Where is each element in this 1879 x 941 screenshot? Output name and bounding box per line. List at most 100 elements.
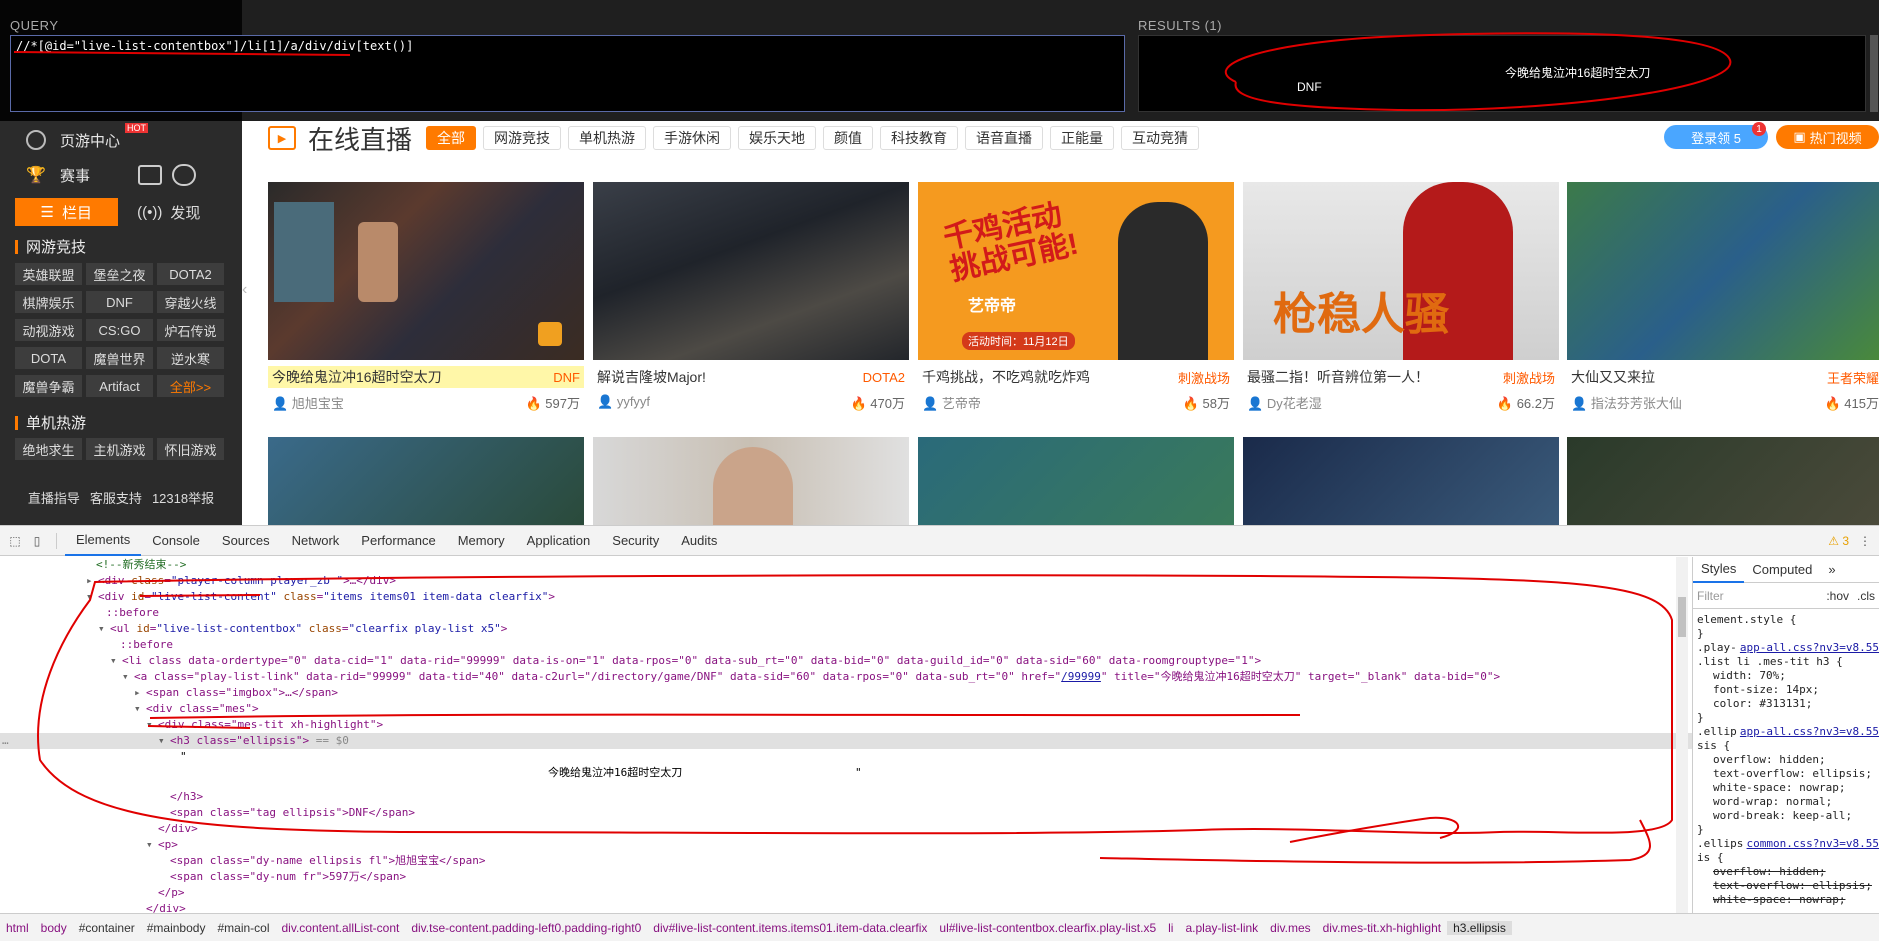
devtools-tab[interactable]: Elements bbox=[65, 526, 142, 556]
card-tag[interactable]: DNF bbox=[553, 370, 580, 385]
live-card[interactable]: 今晚给鬼泣冲16超时空太刀 DNF 👤 旭旭宝宝 🔥 597万 bbox=[268, 182, 584, 411]
game-button[interactable]: 魔兽争霸 bbox=[15, 375, 82, 397]
breadcrumb-item[interactable]: html bbox=[0, 921, 35, 935]
stylesheet-link[interactable]: app-all.css?nv3=v8.55 bbox=[1740, 725, 1879, 739]
filter-input[interactable]: Filter bbox=[1697, 589, 1724, 603]
live-thumbnail[interactable]: 枪稳人骚 bbox=[1243, 182, 1559, 360]
breadcrumb-item[interactable]: ul#live-list-contentbox.clearfix.play-li… bbox=[933, 921, 1162, 935]
live-thumbnail[interactable] bbox=[593, 182, 909, 360]
results-scrollbar[interactable] bbox=[1870, 35, 1878, 112]
xpath-query-input[interactable]: //*[@id="live-list-contentbox"]/li[1]/a/… bbox=[10, 35, 1125, 112]
breadcrumb-item[interactable]: div#live-list-content.items.items01.item… bbox=[647, 921, 933, 935]
breadcrumb-item[interactable]: a.play-list-link bbox=[1179, 921, 1264, 935]
game-button[interactable]: Artifact bbox=[86, 375, 153, 397]
game-button[interactable]: 炉石传说 bbox=[157, 319, 224, 341]
tree-line[interactable]: ▸ <span class="imgbox">…</span> bbox=[134, 685, 338, 701]
device-toolbar-icon[interactable]: ▯ bbox=[26, 534, 48, 548]
breadcrumb-item[interactable]: div.content.allList-cont bbox=[276, 921, 406, 935]
cls-toggle[interactable]: .cls bbox=[1857, 589, 1875, 603]
game-button[interactable]: 绝地求生 bbox=[15, 438, 82, 460]
category-tab[interactable]: 语音直播 bbox=[965, 126, 1044, 150]
tab-computed[interactable]: Computed bbox=[1744, 562, 1820, 577]
tree-line[interactable]: ▾ <div class="mes"> bbox=[134, 701, 259, 717]
game-button[interactable]: 动视游戏 bbox=[15, 319, 82, 341]
warning-count[interactable]: ⚠ 3 bbox=[1828, 534, 1849, 548]
hov-toggle[interactable]: :hov bbox=[1826, 589, 1849, 603]
live-thumbnail[interactable]: 千鸡活动 挑战可能! 艺帝帝 活动时间：11月12日 bbox=[918, 182, 1234, 360]
sidebar-item-events[interactable]: 🏆 赛事 bbox=[0, 160, 242, 190]
breadcrumb-item[interactable]: div.tse-content.padding-left0.padding-ri… bbox=[405, 921, 647, 935]
game-button[interactable]: CS:GO bbox=[86, 319, 153, 341]
devtools-tab[interactable]: Security bbox=[601, 526, 670, 556]
game-button[interactable]: 堡垒之夜 bbox=[86, 263, 153, 285]
tree-line[interactable]: ▾ <a class="play-list-link" data-rid="999… bbox=[122, 669, 1500, 685]
live-card[interactable]: 千鸡活动 挑战可能! 艺帝帝 活动时间：11月12日 千鸡挑战，不吃鸡就吃炸鸡 刺激… bbox=[918, 182, 1234, 411]
category-tab[interactable]: 娱乐天地 bbox=[738, 126, 817, 150]
footer-link-guide[interactable]: 直播指导 bbox=[28, 488, 80, 507]
category-tab[interactable]: 网游竞技 bbox=[483, 126, 562, 150]
category-tab[interactable]: 科技教育 bbox=[880, 126, 959, 150]
devtools-tab[interactable]: Performance bbox=[350, 526, 446, 556]
tab-columns[interactable]: ☰ 栏目 bbox=[15, 198, 118, 226]
tree-line[interactable]: ▸ <div class="player-column player_zb ">…… bbox=[86, 573, 396, 589]
footer-link-report[interactable]: 12318举报 bbox=[152, 488, 214, 507]
tree-line[interactable]: </p> bbox=[158, 885, 185, 901]
category-tab[interactable]: 全部 bbox=[426, 126, 477, 150]
tree-line[interactable]: <span class="tag ellipsis">DNF</span> bbox=[170, 805, 415, 821]
game-button[interactable]: 逆水寒 bbox=[157, 347, 224, 369]
category-tab[interactable]: 手游休闲 bbox=[653, 126, 732, 150]
breadcrumb-item[interactable]: #main-col bbox=[211, 921, 275, 935]
live-card[interactable]: 枪稳人骚 最骚二指！听音辨位第一人！ 刺激战场 👤 Dy花老湿 🔥 66.2万 bbox=[1243, 182, 1559, 411]
live-thumbnail[interactable] bbox=[1567, 182, 1879, 360]
live-thumbnail[interactable] bbox=[268, 182, 584, 360]
category-tab[interactable]: 单机热游 bbox=[568, 126, 647, 150]
tree-line[interactable]: </div> bbox=[146, 901, 186, 913]
tree-line[interactable]: </h3> bbox=[170, 789, 203, 805]
game-button[interactable]: 穿越火线 bbox=[157, 291, 224, 313]
game-button[interactable]: DOTA bbox=[15, 347, 82, 369]
game-button[interactable]: DOTA2 bbox=[157, 263, 224, 285]
tree-line[interactable]: ▾ <div class="mes-tit xh-highlight"> bbox=[146, 717, 383, 733]
devtools-tab[interactable]: Audits bbox=[670, 526, 728, 556]
section-esports[interactable]: 网游竞技 bbox=[15, 236, 86, 257]
tree-line[interactable]: ▾ <div id="live-list-content" class="item… bbox=[86, 589, 555, 605]
tree-line[interactable]: ▾ <p> bbox=[146, 837, 178, 853]
tree-line[interactable]: <span class="dy-num fr">597万</span> bbox=[170, 869, 406, 885]
section-single[interactable]: 单机热游 bbox=[15, 412, 86, 433]
tree-line[interactable]: ▾ <li class data-ordertype="0" data-cid="… bbox=[110, 653, 1261, 669]
category-tab[interactable]: 正能量 bbox=[1050, 126, 1115, 150]
game-button[interactable]: 怀旧游戏 bbox=[157, 438, 224, 460]
card-tag[interactable]: 刺激战场 bbox=[1178, 368, 1230, 387]
breadcrumb-item[interactable]: #container bbox=[73, 921, 141, 935]
card-tag[interactable]: DOTA2 bbox=[863, 370, 905, 385]
live-thumbnail[interactable] bbox=[918, 437, 1234, 525]
breadcrumb-item[interactable]: #mainbody bbox=[141, 921, 212, 935]
tree-line[interactable]: <span class="dy-name ellipsis fl">旭旭宝宝</… bbox=[170, 853, 486, 869]
game-button[interactable]: DNF bbox=[86, 291, 153, 313]
devtools-tab[interactable]: Application bbox=[516, 526, 602, 556]
live-card[interactable]: 解说吉隆坡Major! DOTA2 👤 yyfyyf 🔥 470万 bbox=[593, 182, 909, 411]
breadcrumb-item[interactable]: li bbox=[1162, 921, 1179, 935]
tree-line[interactable]: ▾ <ul id="live-list-contentbox" class="cl… bbox=[98, 621, 507, 637]
sidebar-collapse-icon[interactable]: ‹ bbox=[242, 265, 254, 315]
game-button[interactable]: 魔兽世界 bbox=[86, 347, 153, 369]
hot-video-button[interactable]: ▣ 热门视频 bbox=[1776, 125, 1879, 149]
more-icon[interactable]: ⋮ bbox=[1859, 534, 1871, 548]
category-tab[interactable]: 颜值 bbox=[823, 126, 874, 150]
live-thumbnail[interactable] bbox=[593, 437, 909, 525]
devtools-tab[interactable]: Memory bbox=[447, 526, 516, 556]
breadcrumb-item[interactable]: div.mes bbox=[1264, 921, 1316, 935]
devtools-tab[interactable]: Network bbox=[281, 526, 351, 556]
stylesheet-link[interactable]: app-all.css?nv3=v8.55 bbox=[1740, 641, 1879, 655]
game-button[interactable]: 主机游戏 bbox=[86, 438, 153, 460]
live-thumbnail[interactable] bbox=[1243, 437, 1559, 525]
sidebar-item-game-center[interactable]: 页游中心 HOT bbox=[0, 123, 242, 155]
footer-link-support[interactable]: 客服支持 bbox=[90, 488, 142, 507]
tree-line[interactable]: </div> bbox=[158, 821, 198, 837]
breadcrumb-item[interactable]: h3.ellipsis bbox=[1447, 920, 1512, 935]
stylesheet-link[interactable]: common.css?nv3=v8.55 bbox=[1747, 837, 1879, 851]
breadcrumb-item[interactable]: body bbox=[35, 921, 73, 935]
breadcrumb-item[interactable]: div.mes-tit.xh-highlight bbox=[1317, 921, 1448, 935]
game-button[interactable]: 英雄联盟 bbox=[15, 263, 82, 285]
inspect-icon[interactable]: ⬚ bbox=[4, 534, 26, 548]
